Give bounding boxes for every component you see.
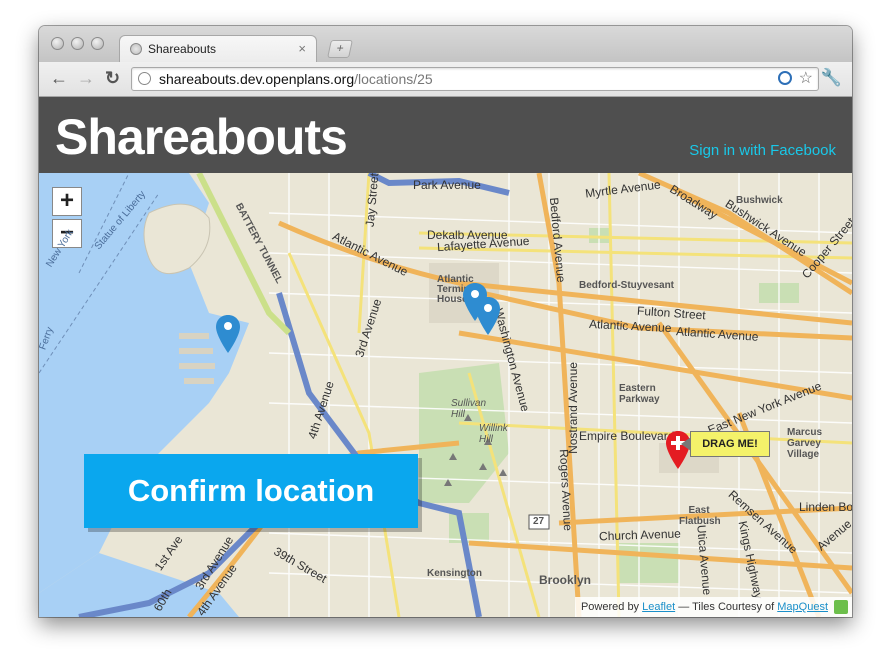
globe-icon [138,72,151,85]
map-label-marcus-garvey: Marcus Garvey Village [787,427,823,460]
map-label-linden-boulevard: Linden Bo [799,500,852,514]
zoom-window-dot[interactable] [91,37,104,50]
tab-close-icon[interactable]: × [298,41,306,56]
map-label-empire-boulevard: Empire Boulevard [579,429,675,443]
sign-in-facebook-link[interactable]: Sign in with Facebook [689,142,836,159]
browser-toolbar: ← → ↻ shareabouts.dev.openplans.org/loca… [39,62,852,97]
site-title[interactable]: Shareabouts [55,108,348,166]
bookmark-star-icon[interactable]: ☆ [799,68,813,88]
mapquest-link[interactable]: MapQuest [777,601,828,613]
zoom-in-button[interactable]: + [52,187,82,216]
back-arrow-icon[interactable]: ← [50,68,68,88]
map-label-route-27: 27 [533,516,545,527]
map-label-eastern-parkway: Eastern Parkway [619,383,660,405]
forward-arrow-icon[interactable]: → [77,68,95,88]
extension-icon[interactable] [778,71,792,85]
drag-me-tooltip: DRAG ME! [681,431,770,457]
map-label-brooklyn: Brooklyn [539,573,592,587]
map-label-willink-hill: Willink Hill [479,423,508,445]
map-label-kensington: Kensington [427,568,482,579]
map-label-church-avenue: Church Avenue [598,526,682,544]
browser-window: Shareabouts × + ← → ↻ shareabouts.dev.op… [39,26,852,617]
map-label-bedford-stuyvesant: Bedford-Stuyvesant [579,280,675,291]
address-bar[interactable]: shareabouts.dev.openplans.org/locations/… [131,67,819,91]
url-text[interactable]: shareabouts.dev.openplans.org/locations/… [159,71,433,87]
browser-tab[interactable]: Shareabouts × [119,35,317,63]
map-marker-blue[interactable] [216,315,240,353]
mapquest-logo-icon [834,600,848,614]
map-label-east-flatbush: East Flatbush [679,505,721,527]
tab-strip: Shareabouts × + [39,26,852,63]
reload-icon[interactable]: ↻ [105,68,120,88]
confirm-location-button[interactable]: Confirm location [84,454,418,528]
map[interactable]: + − Park Avenue Myrtle Avenue Bushwick B… [39,173,852,617]
map-attribution: Powered by Leaflet — Tiles Courtesy of M… [574,597,852,617]
tab-title: Shareabouts [148,42,217,56]
map-label-sullivan-hill: Sullivan Hill [451,398,487,420]
site-header: Shareabouts Sign in with Facebook [39,97,852,173]
close-window-dot[interactable] [51,37,64,50]
map-marker-blue[interactable] [476,297,500,335]
minimize-window-dot[interactable] [71,37,84,50]
map-label-park-avenue: Park Avenue [413,178,481,192]
leaflet-link[interactable]: Leaflet [642,601,675,613]
new-tab-button[interactable]: + [327,40,353,58]
globe-icon [130,43,142,55]
map-label-nostrand-avenue: Nostrand Avenue [565,362,580,454]
wrench-menu-icon[interactable]: 🔧 [821,68,842,88]
